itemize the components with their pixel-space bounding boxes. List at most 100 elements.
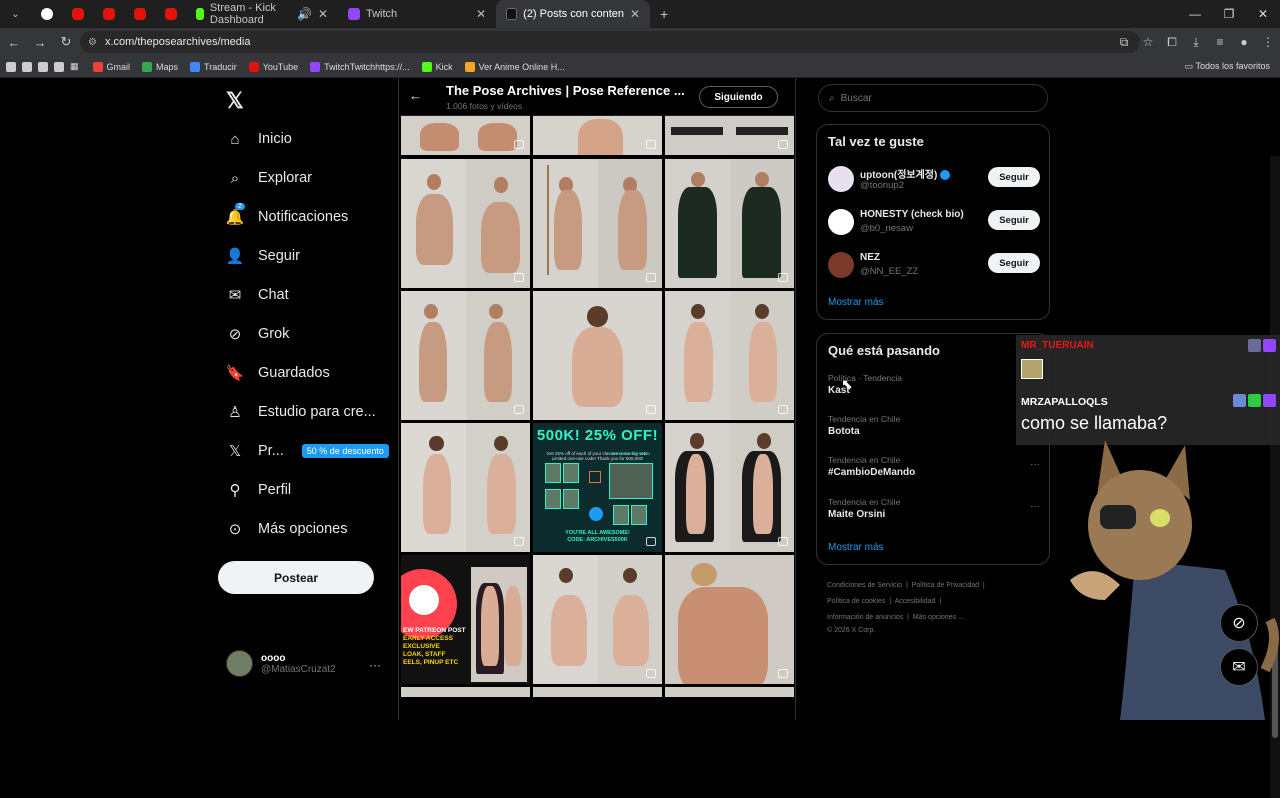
footer-link[interactable]: Accesibilidad bbox=[895, 598, 936, 605]
media-tile[interactable] bbox=[665, 159, 794, 288]
restore-icon[interactable]: ❐ bbox=[1212, 7, 1246, 21]
bookmark-twitch[interactable]: TwitchTwitchhttps://... bbox=[310, 61, 410, 72]
media-tile[interactable] bbox=[533, 687, 662, 697]
pinned-tab[interactable] bbox=[62, 0, 93, 28]
close-window-icon[interactable]: ✕ bbox=[1246, 7, 1280, 21]
tab-menu-button[interactable]: ⌄ bbox=[0, 0, 31, 28]
nav-inicio[interactable]: ⌂ Inicio bbox=[226, 130, 291, 148]
media-tile[interactable] bbox=[665, 423, 794, 552]
follow-button[interactable]: Seguir bbox=[988, 210, 1040, 230]
pinned-tab[interactable] bbox=[124, 0, 155, 28]
back-arrow-icon[interactable]: ← bbox=[409, 88, 422, 103]
nav-seguir[interactable]: 👤 Seguir bbox=[226, 247, 300, 265]
follow-button[interactable]: Seguir bbox=[988, 253, 1040, 273]
media-tile[interactable] bbox=[401, 291, 530, 420]
footer-link[interactable]: Más opciones ... bbox=[913, 614, 964, 621]
trend-item[interactable]: Tendencia en Chile #CambioDeMando ··· bbox=[828, 455, 1040, 478]
media-tile[interactable] bbox=[401, 687, 530, 697]
show-more-trends-link[interactable]: Mostrar más bbox=[828, 542, 884, 553]
url-field[interactable]: ⚙ x.com/theposearchives/media bbox=[80, 31, 1140, 53]
suggestion-item[interactable]: uptoon(정보계정) @toonup2 Seguir bbox=[828, 166, 1040, 202]
install-icon[interactable]: ⧉ bbox=[1112, 35, 1136, 50]
nav-premium[interactable]: 𝕏 Pr... 50 % de descuento bbox=[226, 442, 389, 460]
x-logo-icon[interactable]: 𝕏 bbox=[226, 88, 244, 114]
close-tab-icon[interactable]: ✕ bbox=[318, 7, 328, 21]
media-control-icon[interactable]: ≡ bbox=[1208, 35, 1232, 49]
tab-x-media[interactable]: (2) Posts con contenido multim ✕ bbox=[496, 0, 650, 28]
nav-guardados[interactable]: 🔖 Guardados bbox=[226, 364, 330, 382]
media-tile[interactable] bbox=[665, 555, 794, 684]
more-icon[interactable]: ··· bbox=[369, 658, 381, 672]
trend-item[interactable]: Tendencia en Chile Maite Orsini ··· bbox=[828, 497, 1040, 520]
back-icon[interactable]: ← bbox=[2, 35, 26, 50]
pinned-tab[interactable] bbox=[155, 0, 186, 28]
star-icon[interactable]: ☆ bbox=[1136, 35, 1160, 49]
media-tile[interactable] bbox=[533, 159, 662, 288]
trend-item[interactable]: Tendencia en Chile Bototа bbox=[828, 414, 1040, 437]
footer-link[interactable]: Política de cookies bbox=[827, 598, 885, 605]
nav-estudio[interactable]: ♙ Estudio para cre... bbox=[226, 403, 375, 421]
close-tab-icon[interactable]: ✕ bbox=[630, 7, 640, 21]
media-tile[interactable] bbox=[533, 291, 662, 420]
media-tile[interactable] bbox=[665, 115, 794, 155]
more-icon[interactable]: ··· bbox=[1030, 459, 1040, 470]
bookmark-gmail[interactable]: Gmail bbox=[92, 61, 130, 72]
profile-avatar-icon[interactable]: ● bbox=[1232, 35, 1256, 49]
following-button[interactable]: Siguiendo bbox=[699, 86, 778, 108]
menu-icon[interactable]: ⋮ bbox=[1256, 35, 1280, 49]
pinned-tab[interactable] bbox=[93, 0, 124, 28]
bookmark-traducir[interactable]: Traducir bbox=[190, 61, 237, 72]
bookmark-youtube[interactable]: YouTube bbox=[248, 61, 298, 72]
bookmark-folder[interactable] bbox=[22, 61, 32, 72]
extensions-icon[interactable]: ⧠ bbox=[1160, 35, 1184, 50]
footer-link[interactable]: Condiciones de Servicio bbox=[827, 582, 902, 589]
tab-kick-dashboard[interactable]: Stream - Kick Dashboard 🔊 ✕ bbox=[186, 0, 338, 28]
all-bookmarks[interactable]: ▭ Todos los favoritos bbox=[1185, 61, 1270, 72]
trend-item[interactable]: Política · Tendencia Kast bbox=[828, 373, 1040, 396]
reload-icon[interactable]: ↻ bbox=[54, 34, 78, 50]
media-tile[interactable] bbox=[665, 291, 794, 420]
grok-fab-icon[interactable]: ⊘ bbox=[1220, 604, 1258, 642]
nav-grok[interactable]: ⊘ Grok bbox=[226, 325, 290, 343]
nav-perfil[interactable]: ⚲ Perfil bbox=[226, 481, 292, 499]
bookmark-anime[interactable]: Ver Anime Online H... bbox=[464, 61, 565, 72]
show-more-link[interactable]: Mostrar más bbox=[828, 297, 884, 308]
follow-button[interactable]: Seguir bbox=[988, 167, 1040, 187]
nav-notificaciones[interactable]: 🔔 2 Notificaciones bbox=[226, 203, 348, 226]
bookmark-maps[interactable]: Maps bbox=[142, 61, 178, 72]
minimize-icon[interactable]: — bbox=[1178, 7, 1212, 21]
bookmark-folder[interactable] bbox=[38, 61, 48, 72]
tab-twitch[interactable]: Twitch ✕ bbox=[338, 0, 496, 28]
search-input[interactable]: ⌕ Buscar bbox=[818, 84, 1048, 112]
suggestion-item[interactable]: NEZ @NN_EE_ZZ Seguir bbox=[828, 252, 1040, 288]
new-tab-button[interactable]: + bbox=[650, 0, 678, 28]
media-tile[interactable] bbox=[401, 159, 530, 288]
bookmark-kick[interactable]: Kick bbox=[421, 61, 453, 72]
download-icon[interactable]: ⤓ bbox=[1184, 35, 1208, 50]
close-tab-icon[interactable]: ✕ bbox=[476, 7, 486, 21]
forward-icon[interactable]: → bbox=[28, 35, 52, 50]
nav-mas-opciones[interactable]: ⊙ Más opciones bbox=[226, 520, 348, 538]
account-switcher[interactable]: oooo @MatiasCruzat2 bbox=[226, 650, 336, 677]
pinned-tab[interactable] bbox=[31, 0, 62, 28]
media-tile-patreon[interactable]: EW PATREON POST EARLY ACCESS EXCLUSIVE L… bbox=[401, 555, 530, 684]
apps-button[interactable]: ▦ bbox=[70, 61, 79, 72]
messages-fab-icon[interactable]: ✉ bbox=[1220, 648, 1258, 686]
media-tile[interactable] bbox=[401, 423, 530, 552]
media-tile[interactable] bbox=[401, 115, 530, 155]
bookmark-folder[interactable] bbox=[54, 61, 64, 72]
footer-link[interactable]: Información de anuncios bbox=[827, 614, 903, 621]
media-tile-promo[interactable]: 500K! 25% OFF! Get 25% off of each of yo… bbox=[533, 423, 662, 552]
mute-icon[interactable]: 🔊 bbox=[297, 7, 312, 21]
post-button[interactable]: Postear bbox=[218, 561, 374, 594]
site-info-icon[interactable]: ⚙ bbox=[88, 37, 97, 48]
media-tile[interactable] bbox=[665, 687, 794, 697]
footer-link[interactable]: Política de Privacidad bbox=[912, 582, 979, 589]
nav-explorar[interactable]: ⌕ Explorar bbox=[226, 169, 312, 187]
media-tile[interactable] bbox=[533, 115, 662, 155]
suggestion-item[interactable]: HONESTY (check bio) @b0_nesaw Seguir bbox=[828, 209, 1040, 245]
bookmark-folder[interactable] bbox=[6, 61, 16, 72]
more-icon[interactable]: ··· bbox=[1030, 501, 1040, 512]
media-tile[interactable] bbox=[533, 555, 662, 684]
nav-chat[interactable]: ✉ Chat bbox=[226, 286, 289, 304]
